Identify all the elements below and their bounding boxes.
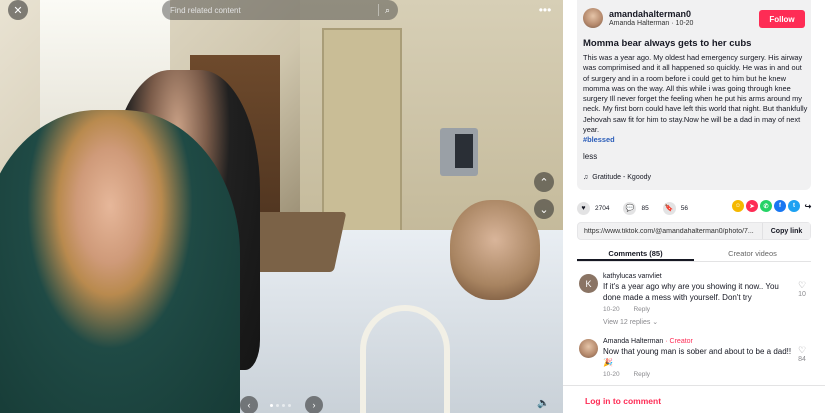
comment-like-count: 10 [798, 291, 806, 298]
next-post-icon[interactable]: ⌄ [534, 199, 554, 219]
comment-text: If it's a year ago why are you showing i… [603, 282, 779, 302]
carousel-dot[interactable] [276, 404, 279, 407]
photo-patient [450, 200, 540, 300]
embed-icon[interactable]: ☺ [732, 200, 744, 212]
author-block[interactable]: amandahalterman0 Amanda Halterman · 10-2… [583, 8, 693, 28]
comment-like-count: 84 [798, 356, 806, 363]
login-to-comment-link[interactable]: Log in to comment [585, 396, 661, 406]
prev-image-icon[interactable]: ‹ [240, 396, 258, 413]
comment-count: 85 [641, 204, 649, 212]
follow-button[interactable]: Follow [759, 10, 805, 28]
send-to-friends-icon[interactable]: ➤ [746, 200, 758, 212]
copy-link-box: https://www.tiktok.com/@amandahalterman0… [577, 222, 811, 240]
avatar[interactable] [583, 8, 603, 28]
post-detail-panel: amandahalterman0 Amanda Halterman · 10-2… [563, 0, 825, 413]
carousel-dot[interactable] [288, 404, 291, 407]
creator-badge: · Creator [663, 338, 693, 345]
reply-link[interactable]: Reply [633, 371, 650, 378]
author-username[interactable]: amandahalterman0 [609, 9, 693, 19]
search-input[interactable] [170, 5, 372, 15]
search-icon[interactable]: ⌕ [385, 5, 390, 16]
heart-outline-icon[interactable]: ♡ [795, 345, 809, 356]
comment-date: 10-20 [603, 371, 620, 378]
next-image-icon[interactable]: › [305, 396, 323, 413]
heart-icon[interactable]: ♥ [577, 201, 590, 215]
share-arrow-icon[interactable]: ↪ [802, 200, 814, 212]
comment-text: Now that young man is sober and about to… [603, 347, 792, 367]
music-title[interactable]: Gratitude - Kgoody [592, 174, 651, 181]
avatar[interactable] [579, 339, 598, 358]
photo-monitor-screen [455, 134, 473, 168]
music-note-icon: ♫ [583, 174, 589, 181]
comment-date: 10-20 [603, 306, 620, 313]
comment-footer: Log in to comment [563, 385, 825, 413]
tab-creator-videos[interactable]: Creator videos [694, 244, 811, 261]
author-subline: Amanda Halterman · 10-20 [609, 20, 693, 27]
image-carousel-dots [270, 404, 291, 407]
comment-author-line: Amanda Halterman · Creator [603, 338, 793, 345]
previous-post-icon[interactable]: ⌃ [534, 172, 554, 192]
avatar[interactable]: K [579, 274, 598, 293]
twitter-icon[interactable]: t [788, 200, 800, 212]
more-options-icon[interactable]: ••• [535, 0, 555, 20]
comment-meta: 10-20 Reply [603, 306, 793, 313]
save-count: 56 [680, 204, 688, 212]
photo-woman [0, 110, 240, 413]
carousel-dot[interactable] [282, 404, 285, 407]
comment-author[interactable]: kathylucas vanvliet [603, 273, 793, 280]
less-toggle[interactable]: less [583, 152, 597, 161]
post-description: This was a year ago. My oldest had emerg… [583, 53, 809, 146]
whatsapp-icon[interactable]: ✆ [760, 200, 772, 212]
comment-item: K kathylucas vanvliet If it's a year ago… [577, 273, 811, 333]
hashtag-link[interactable]: #blessed [583, 135, 615, 144]
comment-like[interactable]: ♡ 10 [795, 280, 809, 298]
post-url[interactable]: https://www.tiktok.com/@amandahalterman0… [578, 228, 762, 235]
comment-item: Amanda Halterman · Creator Now that youn… [577, 338, 811, 384]
action-bar: ♥ 2704 💬 85 🔖 56 ☺ ➤ ✆ f t ↪ [577, 200, 814, 216]
comment-icon[interactable]: 💬 [623, 201, 637, 215]
bookmark-icon[interactable]: 🔖 [662, 201, 676, 215]
comment-body: kathylucas vanvliet If it's a year ago w… [603, 273, 793, 326]
photo-door [322, 28, 402, 238]
carousel-dot[interactable] [270, 404, 273, 407]
photo-bed-rail [360, 305, 450, 413]
facebook-icon[interactable]: f [774, 200, 786, 212]
comment-tabs: Comments (85) Creator videos [577, 244, 811, 262]
post-title: Momma bear always gets to her cubs [583, 38, 752, 49]
like-count: 2704 [595, 204, 610, 212]
reply-link[interactable]: Reply [633, 306, 650, 313]
music-link[interactable]: ♫ Gratitude - Kgoody [583, 174, 651, 181]
like-action[interactable]: ♥ 2704 [577, 201, 610, 215]
comment-author[interactable]: Amanda Halterman [603, 338, 663, 345]
post-date: 10-20 [675, 20, 694, 27]
share-icons: ☺ ➤ ✆ f t ↪ [732, 200, 814, 212]
comment-action[interactable]: 💬 85 [623, 201, 649, 215]
post-info-card: amandahalterman0 Amanda Halterman · 10-2… [577, 0, 811, 190]
description-text: This was a year ago. My oldest had emerg… [583, 53, 808, 135]
author-display-name: Amanda Halterman [609, 20, 670, 27]
copy-link-button[interactable]: Copy link [762, 223, 810, 239]
close-icon[interactable]: ✕ [8, 0, 28, 20]
comment-like[interactable]: ♡ 84 [795, 345, 809, 363]
post-photo [0, 0, 563, 413]
heart-outline-icon[interactable]: ♡ [795, 280, 809, 291]
view-replies-link[interactable]: View 12 replies ⌄ [603, 318, 793, 326]
comment-meta: 10-20 Reply [603, 371, 793, 378]
related-search-bar[interactable]: ⌕ [162, 0, 398, 20]
volume-icon[interactable]: 🔈 [537, 398, 549, 409]
comment-body: Amanda Halterman · Creator Now that youn… [603, 338, 793, 378]
tab-comments[interactable]: Comments (85) [577, 244, 694, 261]
save-action[interactable]: 🔖 56 [662, 201, 688, 215]
search-divider [377, 4, 379, 16]
